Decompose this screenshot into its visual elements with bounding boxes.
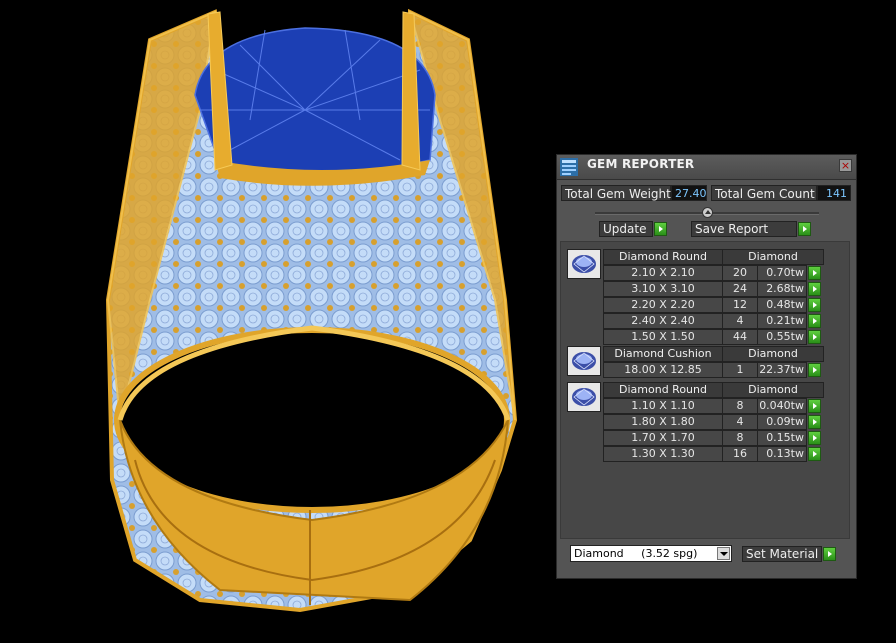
row-select-go-icon[interactable] [808, 399, 821, 413]
gem-size-cell: 1.10 X 1.10 [603, 398, 723, 414]
row-select-go-icon[interactable] [808, 447, 821, 461]
gem-material-header: Diamond [722, 249, 824, 265]
collapse-icon[interactable] [702, 207, 713, 218]
gem-shape-header: Diamond Round [603, 249, 723, 265]
material-select[interactable]: Diamond (3.52 spg) [570, 545, 732, 562]
row-select-go-icon[interactable] [808, 282, 821, 296]
gem-count-cell: 8 [722, 430, 758, 446]
diamond-cushion-icon[interactable] [567, 346, 601, 376]
gem-weight-cell: 0.13tw [757, 446, 807, 462]
total-gem-weight-label: Total Gem Weight [561, 185, 671, 201]
close-icon[interactable]: × [839, 159, 852, 172]
gem-size-cell: 2.20 X 2.20 [603, 297, 723, 313]
total-gem-count-value: 141 [817, 185, 851, 201]
gem-count-cell: 4 [722, 414, 758, 430]
gem-weight-cell: 0.70tw [757, 265, 807, 281]
gem-count-cell: 20 [722, 265, 758, 281]
gem-weight-cell: 0.48tw [757, 297, 807, 313]
gem-weight-cell: 22.37tw [757, 362, 807, 378]
row-select-go-icon[interactable] [808, 314, 821, 328]
gem-shape-header: Diamond Round [603, 382, 723, 398]
save-report-button[interactable]: Save Report [691, 221, 797, 237]
row-select-go-icon[interactable] [808, 431, 821, 445]
gem-weight-cell: 0.21tw [757, 313, 807, 329]
ring-render [105, 8, 518, 613]
gem-size-cell: 1.50 X 1.50 [603, 329, 723, 345]
total-gem-weight-value: 27.40 [671, 185, 707, 201]
row-select-go-icon[interactable] [808, 330, 821, 344]
total-gem-count-label: Total Gem Count [711, 185, 817, 201]
gem-count-cell: 12 [722, 297, 758, 313]
set-material-go-icon[interactable] [823, 547, 836, 561]
row-select-go-icon[interactable] [808, 415, 821, 429]
gem-weight-cell: 2.68tw [757, 281, 807, 297]
gem-shape-header: Diamond Cushion [603, 346, 723, 362]
gem-size-cell: 1.80 X 1.80 [603, 414, 723, 430]
gem-size-cell: 2.10 X 2.10 [603, 265, 723, 281]
gem-weight-cell: 0.55tw [757, 329, 807, 345]
gem-list[interactable]: Diamond Round Diamond 2.10 X 2.10 20 0.70tw 3… [560, 241, 850, 539]
gem-size-cell: 3.10 X 3.10 [603, 281, 723, 297]
chevron-down-icon[interactable] [717, 547, 730, 560]
material-select-value: Diamond (3.52 spg) [574, 547, 698, 560]
title-bar[interactable]: GEM REPORTER × [557, 155, 856, 180]
viewport-3d[interactable] [0, 0, 560, 639]
gem-size-cell: 1.30 X 1.30 [603, 446, 723, 462]
save-report-go-icon[interactable] [798, 222, 811, 236]
gem-size-cell: 18.00 X 12.85 [603, 362, 723, 378]
panel-title: GEM REPORTER [587, 157, 695, 171]
gem-weight-cell: 0.040tw [757, 398, 807, 414]
gem-material-header: Diamond [722, 382, 824, 398]
update-go-icon[interactable] [654, 222, 667, 236]
row-select-go-icon[interactable] [808, 298, 821, 312]
row-select-go-icon[interactable] [808, 363, 821, 377]
gem-material-header: Diamond [722, 346, 824, 362]
gem-count-cell: 4 [722, 313, 758, 329]
gem-count-cell: 16 [722, 446, 758, 462]
gem-size-cell: 1.70 X 1.70 [603, 430, 723, 446]
gem-count-cell: 44 [722, 329, 758, 345]
gem-count-cell: 8 [722, 398, 758, 414]
gem-size-cell: 2.40 X 2.40 [603, 313, 723, 329]
gem-weight-cell: 0.15tw [757, 430, 807, 446]
row-select-go-icon[interactable] [808, 266, 821, 280]
gem-count-cell: 24 [722, 281, 758, 297]
set-material-button[interactable]: Set Material [742, 546, 822, 562]
update-button[interactable]: Update [599, 221, 653, 237]
gem-reporter-panel: GEM REPORTER × Total Gem Weight 27.40 To… [556, 154, 857, 579]
gem-count-cell: 1 [722, 362, 758, 378]
gem-reporter-icon [560, 158, 578, 176]
gem-weight-cell: 0.09tw [757, 414, 807, 430]
diamond-round-icon[interactable] [567, 249, 601, 279]
diamond-round-icon[interactable] [567, 382, 601, 412]
